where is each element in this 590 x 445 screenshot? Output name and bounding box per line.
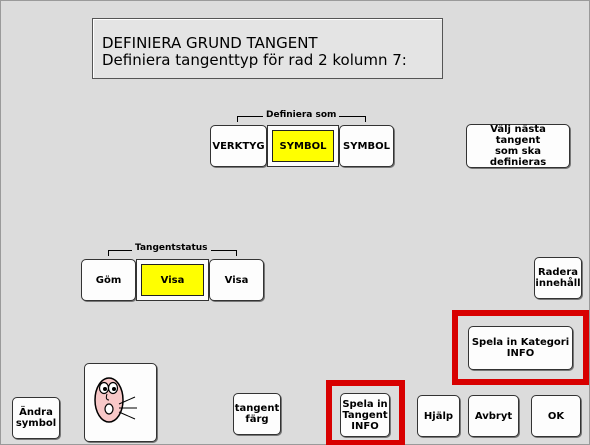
clear-content-line2: innehåll <box>535 278 581 289</box>
ok-label: OK <box>547 410 565 422</box>
record-key-line3: INFO <box>351 420 379 432</box>
key-color-button[interactable]: tangent färg <box>233 393 281 435</box>
clear-content-button[interactable]: Radera innehåll <box>534 257 582 299</box>
speaking-face-icon <box>94 377 137 423</box>
record-key-info-button[interactable]: Spela in Tangent INFO <box>340 393 390 437</box>
header-subtitle: Definiera tangenttyp för rad 2 kolumn 7: <box>102 51 407 69</box>
key-status-label: Tangentstatus <box>132 243 211 253</box>
change-symbol-line2: symbol <box>15 418 57 429</box>
define-symbol-label: SYMBOL <box>343 140 390 152</box>
ok-button[interactable]: OK <box>531 395 581 437</box>
status-hide-button[interactable]: Göm <box>81 259 136 301</box>
clear-content-line1: Radera <box>537 267 579 278</box>
dialog-window: DEFINIERA GRUND TANGENT Definiera tangen… <box>0 0 590 445</box>
record-category-line2: INFO <box>506 348 535 359</box>
define-symbol-button[interactable]: SYMBOL <box>339 125 394 167</box>
record-category-info-button[interactable]: Spela in Kategori INFO <box>468 326 573 370</box>
select-next-key-line1: Välj nästa tangent <box>490 124 546 146</box>
header-title: DEFINIERA GRUND TANGENT <box>102 34 318 52</box>
status-show-button[interactable]: Visa <box>209 259 264 301</box>
status-show-selected-label: Visa <box>141 264 204 296</box>
define-tool-label: VERKTYG <box>212 140 265 152</box>
select-next-key-button[interactable]: Välj nästa tangent som ska definieras <box>466 124 570 168</box>
record-category-line1: Spela in Kategori <box>471 337 570 348</box>
cancel-button[interactable]: Avbryt <box>468 395 519 437</box>
status-show-button-selected[interactable]: Visa <box>136 259 209 301</box>
help-button[interactable]: Hjälp <box>417 395 460 437</box>
define-symbol-selected-label: SYMBOL <box>272 130 334 162</box>
key-color-line1: tangent <box>234 403 280 414</box>
status-show-label: Visa <box>224 274 249 286</box>
instruction-header: DEFINIERA GRUND TANGENT Definiera tangen… <box>92 18 443 79</box>
define-tool-button[interactable]: VERKTYG <box>210 125 267 167</box>
symbol-preview[interactable] <box>84 363 157 442</box>
change-symbol-line1: Ändra <box>19 407 53 418</box>
define-as-label: Definiera som <box>263 110 340 120</box>
key-color-line2: färg <box>245 414 269 425</box>
select-next-key-line2: som ska definieras <box>489 146 547 168</box>
help-label: Hjälp <box>423 410 454 422</box>
record-key-line2: Tangent <box>342 409 388 421</box>
define-symbol-button-selected[interactable]: SYMBOL <box>267 125 339 167</box>
cancel-label: Avbryt <box>474 410 513 422</box>
status-hide-label: Göm <box>95 274 122 286</box>
change-symbol-button[interactable]: Ändra symbol <box>12 397 60 439</box>
record-key-line1: Spela in <box>342 398 388 410</box>
